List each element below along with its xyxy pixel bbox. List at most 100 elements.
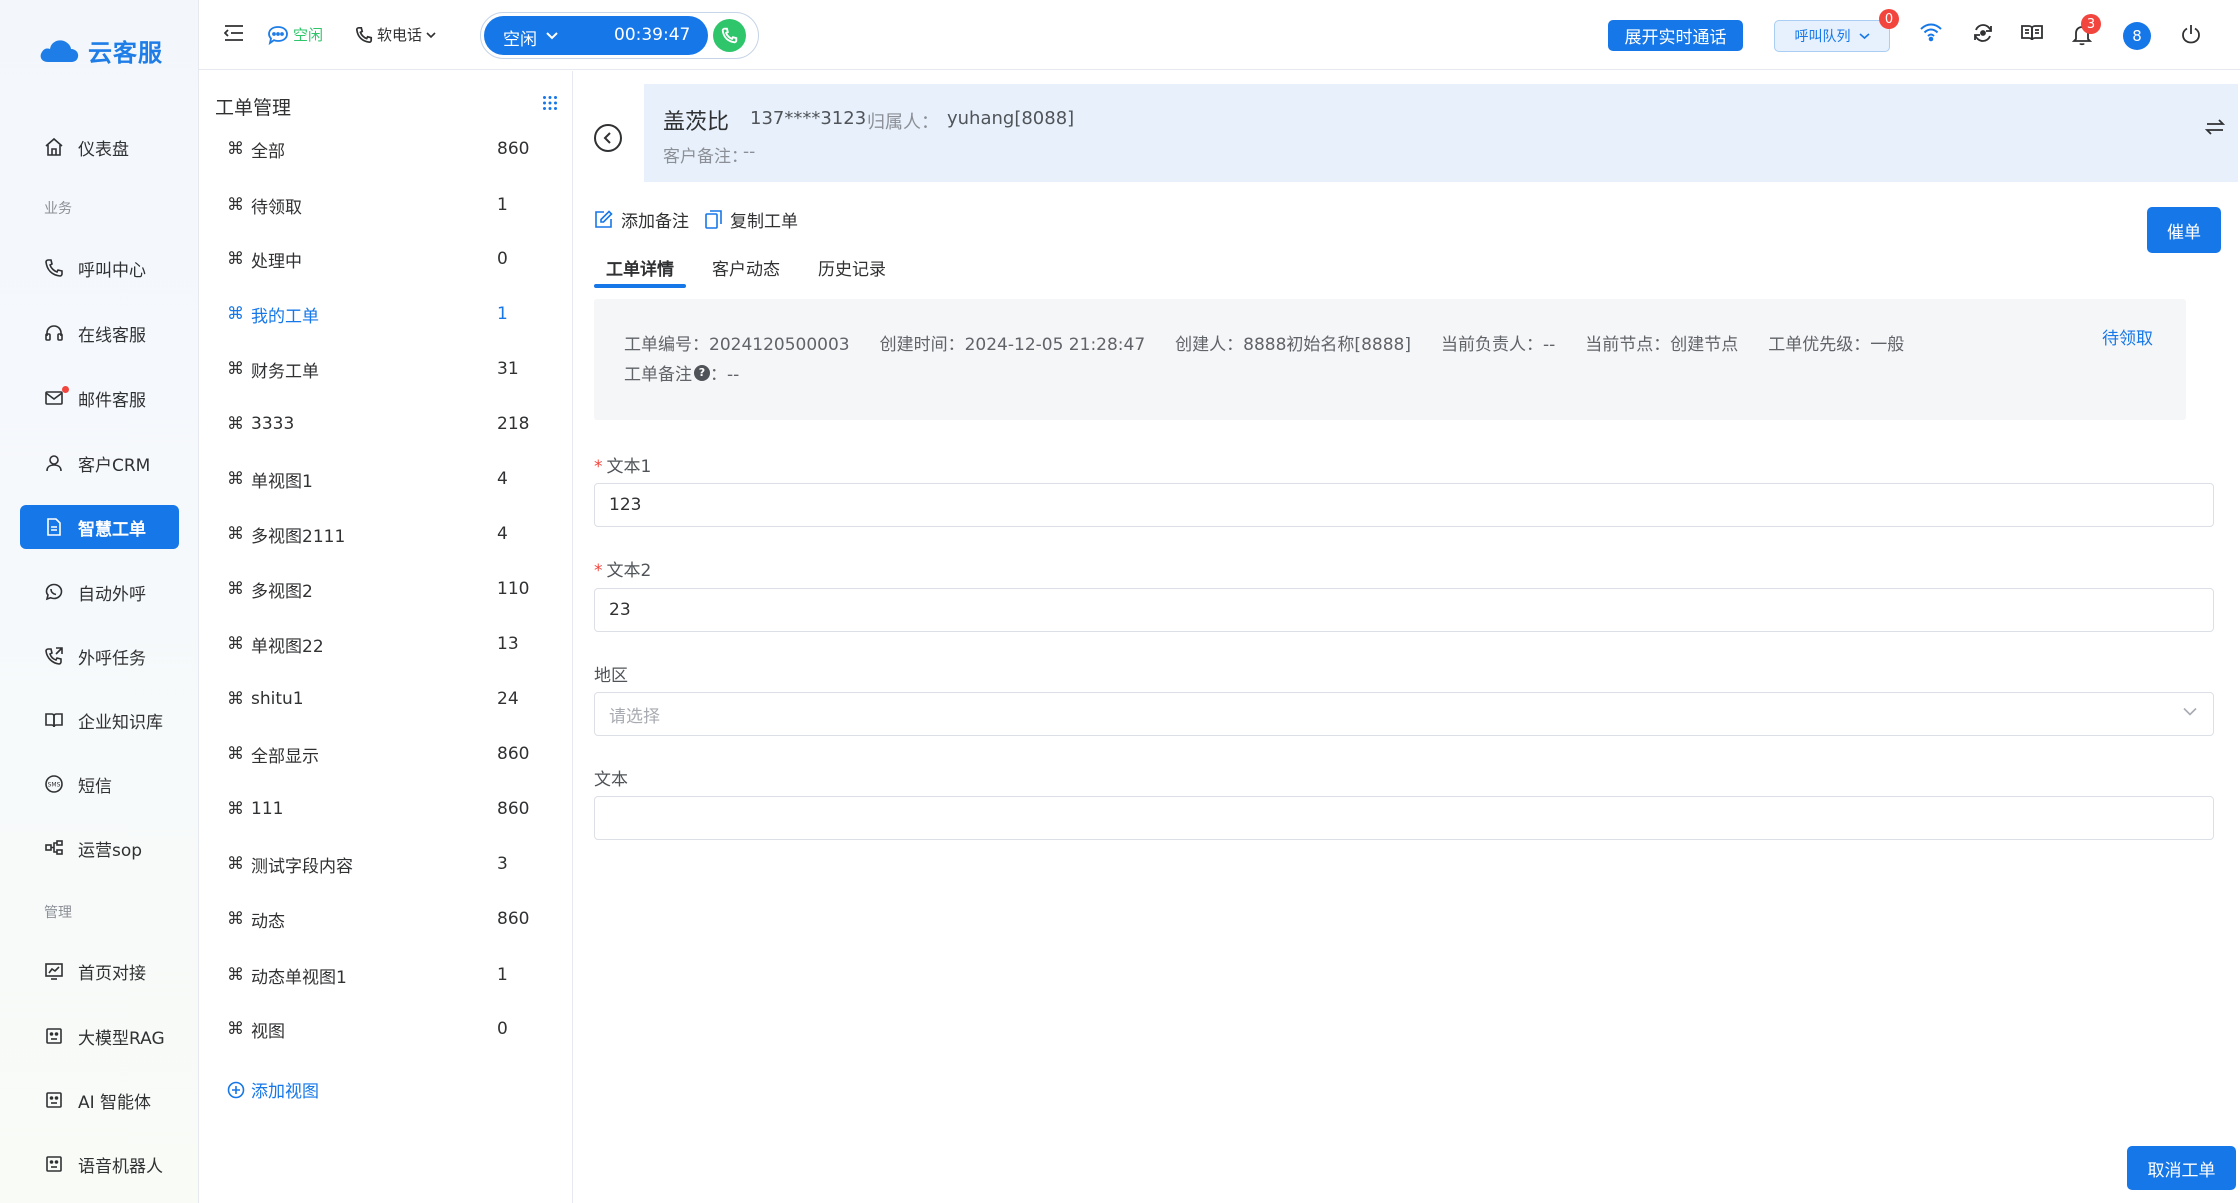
menu-toggle-button[interactable] [224, 24, 244, 42]
urge-button[interactable]: 催单 [2147, 207, 2221, 253]
view-item[interactable]: ⌘ 多视图2111 4 [227, 516, 547, 552]
view-item[interactable]: ⌘ 全部 860 [227, 131, 547, 167]
add-view-button[interactable]: 添加视图 [227, 1077, 319, 1102]
region-placeholder: 请选择 [609, 706, 660, 727]
call-status-dropdown[interactable]: 空闲 00:39:47 [484, 16, 708, 55]
view-item[interactable]: ⌘ 处理中 0 [227, 241, 547, 277]
view-label: 全部显示 [251, 746, 319, 767]
sidebar-item-email-service[interactable]: 邮件客服 [20, 376, 179, 420]
add-note-label: 添加备注 [621, 212, 689, 232]
remark-value: ：-- [710, 365, 740, 385]
view-item[interactable]: ⌘ 财务工单 31 [227, 351, 547, 387]
sidebar-item-smart-ticket[interactable]: 智慧工单 [20, 505, 179, 549]
sidebar-item-crm[interactable]: 客户CRM [20, 441, 179, 485]
view-item[interactable]: ⌘ 动态 860 [227, 901, 547, 937]
view-label: shitu1 [251, 689, 304, 709]
refresh-button[interactable] [1972, 22, 1994, 44]
field-label: 创建人： [1175, 335, 1244, 355]
expand-call-button[interactable]: 展开实时通话 [1608, 20, 1743, 51]
sidebar-item-sop[interactable]: 运营sop [20, 826, 179, 870]
assignee-field: 当前负责人：-- [1441, 330, 1555, 355]
tab-customer-activity[interactable]: 客户动态 [700, 253, 792, 288]
swap-arrows-icon[interactable] [2205, 118, 2225, 136]
view-item[interactable]: ⌘ 单视图1 4 [227, 461, 547, 497]
presence-status[interactable]: 空闲 [267, 24, 323, 45]
customer-note-label: 客户备注： [663, 147, 748, 167]
copy-ticket-button[interactable]: 复制工单 [705, 207, 798, 232]
back-button[interactable] [594, 124, 622, 152]
answer-call-button[interactable] [713, 19, 746, 52]
view-item[interactable]: ⌘ 动态单视图1 1 [227, 957, 547, 993]
softphone-dropdown[interactable]: 软电话 [355, 24, 436, 45]
phone-icon [721, 27, 738, 44]
add-view-label: 添加视图 [251, 1082, 319, 1102]
region-select[interactable]: 请选择 [594, 692, 2214, 736]
view-count: 110 [497, 579, 530, 599]
field-label: 创建时间： [879, 335, 965, 355]
created-time-field: 创建时间：2024-12-05 21:28:47 [880, 330, 1146, 355]
tab-history[interactable]: 历史记录 [806, 253, 898, 288]
sidebar-item-auto-dial[interactable]: 自动外呼 [20, 570, 179, 614]
sidebar-item-knowledge-base[interactable]: 企业知识库 [20, 698, 179, 742]
required-mark: * [594, 457, 603, 477]
view-item[interactable]: ⌘ 视图 0 [227, 1011, 547, 1047]
text2-input[interactable]: 23 [594, 588, 2214, 632]
view-item[interactable]: ⌘ 多视图2 110 [227, 571, 547, 607]
sidebar-item-ai-agent[interactable]: AI 智能体 [20, 1078, 179, 1122]
sidebar-item-llm-rag[interactable]: 大模型RAG [20, 1014, 179, 1058]
view-label: 测试字段内容 [251, 856, 353, 877]
field-label: 工单优先级： [1768, 335, 1871, 355]
headset-icon [42, 321, 66, 345]
sidebar-item-dashboard[interactable]: 仪表盘 [20, 125, 179, 169]
chat-bubble-icon [267, 25, 289, 45]
view-item[interactable]: ⌘ 全部显示 860 [227, 736, 547, 772]
phone-icon [355, 26, 373, 44]
question-icon[interactable]: ? [694, 364, 710, 381]
command-icon: ⌘ [227, 414, 244, 434]
view-count: 4 [497, 524, 508, 544]
call-queue-dropdown[interactable]: 呼叫队列 [1774, 20, 1890, 52]
field-label: 文本2 [606, 561, 652, 581]
add-note-button[interactable]: 添加备注 [594, 207, 689, 232]
view-item[interactable]: ⌘ 111 860 [227, 791, 547, 827]
view-item[interactable]: ⌘ 3333 218 [227, 406, 547, 442]
command-icon: ⌘ [227, 139, 244, 159]
chevron-left-icon [603, 132, 613, 144]
cancel-ticket-button[interactable]: 取消工单 [2127, 1146, 2236, 1190]
view-item[interactable]: ⌘ 单视图22 13 [227, 626, 547, 662]
view-label: 111 [251, 799, 284, 819]
help-docs-button[interactable] [2021, 24, 2043, 42]
command-icon: ⌘ [227, 304, 244, 324]
view-label: 待领取 [251, 197, 302, 218]
app-logo[interactable]: 云客服 [38, 30, 163, 70]
logout-button[interactable] [2181, 24, 2201, 44]
view-item[interactable]: ⌘ shitu1 24 [227, 681, 547, 717]
view-grid-button[interactable] [542, 95, 558, 111]
user-avatar[interactable]: 8 [2123, 22, 2151, 50]
text-label: 文本 [594, 770, 628, 790]
command-icon: ⌘ [227, 744, 244, 764]
sidebar-item-label: 首页对接 [78, 963, 146, 984]
claim-link[interactable]: 待领取 [2102, 324, 2153, 349]
view-item[interactable]: ⌘ 测试字段内容 3 [227, 846, 547, 882]
view-item-active[interactable]: ⌘ 我的工单 1 [227, 296, 547, 332]
network-status-button[interactable] [1919, 22, 1943, 42]
text-input[interactable] [594, 796, 2214, 840]
chevron-down-icon [2183, 707, 2197, 716]
view-count: 860 [497, 799, 530, 819]
view-item[interactable]: ⌘ 待领取 1 [227, 187, 547, 223]
customer-name[interactable]: 盖茨比 [663, 104, 729, 136]
sidebar-item-online-service[interactable]: 在线客服 [20, 311, 179, 355]
sidebar-item-sms[interactable]: SMS 短信 [20, 762, 179, 806]
power-icon [2181, 24, 2201, 44]
sidebar-item-voice-robot[interactable]: 语音机器人 [20, 1142, 179, 1186]
sidebar-item-outbound-task[interactable]: 外呼任务 [20, 634, 179, 678]
tab-ticket-detail[interactable]: 工单详情 [594, 253, 686, 288]
sidebar-item-label: 自动外呼 [78, 584, 146, 605]
command-icon: ⌘ [227, 469, 244, 489]
sidebar-item-call-center[interactable]: 呼叫中心 [20, 246, 179, 290]
command-icon: ⌘ [227, 689, 244, 709]
sidebar-item-homepage-integration[interactable]: 首页对接 [20, 949, 179, 993]
text1-input[interactable]: 123 [594, 483, 2214, 527]
region-label: 地区 [594, 666, 628, 686]
